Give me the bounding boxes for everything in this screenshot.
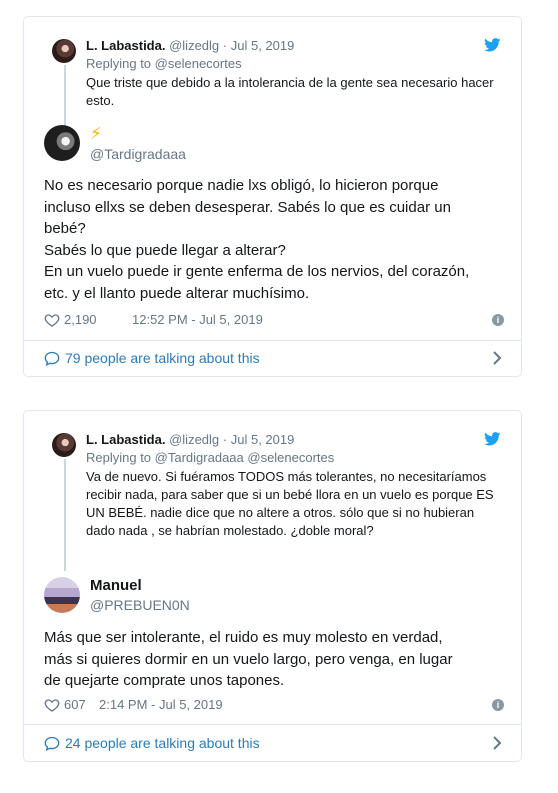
heart-icon[interactable]	[44, 312, 60, 328]
tweet-text-line: de quejarte comprate unos tapones.	[44, 672, 285, 689]
thread-line	[64, 459, 66, 571]
author-avatar[interactable]	[44, 125, 80, 161]
author-display-name[interactable]: Manuel	[90, 577, 142, 595]
tweet-text: Más que ser intolerante, el ruido es muy…	[44, 627, 504, 692]
twitter-bird-icon[interactable]	[484, 432, 501, 446]
chevron-right-icon	[493, 351, 502, 365]
parent-date[interactable]: Jul 5, 2019	[231, 432, 295, 447]
speech-bubble-icon	[44, 351, 60, 366]
chevron-right-icon	[493, 736, 502, 750]
tweet-text-line: No es necesario porque nadie lxs obligó,…	[44, 177, 439, 194]
tweet-text-line: Más que ser intolerante, el ruido es muy…	[44, 629, 443, 646]
parent-text: Va de nuevo. Si fuéramos TODOS más toler…	[86, 469, 494, 538]
parent-display-name[interactable]: L. Labastida.	[86, 38, 165, 53]
tweet-stats: 2,190 12:52 PM - Jul 5, 2019 i	[44, 311, 504, 329]
replying-mention[interactable]: @selenecortes	[155, 56, 242, 71]
replying-to: Replying to @selenecortes	[86, 56, 242, 72]
replying-to: Replying to @Tardigradaaa @selenecortes	[86, 450, 334, 466]
speech-bubble-icon	[44, 736, 60, 751]
replying-label: Replying to	[86, 56, 152, 71]
author-avatar[interactable]	[44, 577, 80, 613]
tweet-timestamp[interactable]: 12:52 PM - Jul 5, 2019	[132, 311, 263, 329]
tweet-text-line: bebé?	[44, 220, 86, 237]
tweet-card[interactable]: L. Labastida. @lizedlg · Jul 5, 2019 Rep…	[23, 16, 522, 377]
parent-header: L. Labastida. @lizedlg · Jul 5, 2019	[86, 432, 294, 448]
info-icon[interactable]: i	[492, 314, 504, 326]
parent-avatar[interactable]	[52, 39, 76, 63]
info-icon[interactable]: i	[492, 699, 504, 711]
meta-separator: ·	[222, 38, 228, 53]
parent-display-name[interactable]: L. Labastida.	[86, 432, 165, 447]
parent-handle[interactable]: @lizedlg	[169, 38, 219, 53]
parent-handle[interactable]: @lizedlg	[169, 432, 219, 447]
parent-text: Que triste que debido a la intolerancia …	[86, 75, 494, 108]
talking-about-text: 79 people are talking about this	[65, 350, 260, 366]
tweet-text-line: más si quieres dormir en un vuelo largo,…	[44, 650, 453, 668]
tweet-card[interactable]: L. Labastida. @lizedlg · Jul 5, 2019 Rep…	[23, 410, 522, 762]
tweet-stats: 607 2:14 PM - Jul 5, 2019 i	[44, 696, 504, 714]
tweet-text-line: En un vuelo puede ir gente enferma de lo…	[44, 263, 470, 280]
talking-about-link[interactable]: 24 people are talking about this	[44, 734, 504, 752]
parent-avatar[interactable]	[52, 433, 76, 457]
tweet-text-line: etc. y el llanto puede alterar muchísimo…	[44, 284, 310, 302]
tweet-timestamp[interactable]: 2:14 PM - Jul 5, 2019	[99, 696, 223, 714]
tweet-text: No es necesario porque nadie lxs obligó,…	[44, 175, 504, 304]
parent-header: L. Labastida. @lizedlg · Jul 5, 2019	[86, 38, 294, 54]
divider	[24, 340, 521, 341]
replying-mention[interactable]: @Tardigradaaa @selenecortes	[155, 450, 335, 465]
tweet-text-line: Sabés lo que puede llegar a alterar?	[44, 241, 286, 259]
thread-line	[64, 65, 66, 127]
twitter-bird-icon[interactable]	[484, 38, 501, 52]
like-count[interactable]: 607	[64, 696, 86, 714]
meta-separator: ·	[222, 432, 228, 447]
divider	[24, 724, 521, 725]
like-count[interactable]: 2,190	[64, 311, 97, 329]
talking-about-link[interactable]: 79 people are talking about this	[44, 349, 504, 367]
author-handle[interactable]: @Tardigradaaa	[90, 145, 186, 163]
talking-about-text: 24 people are talking about this	[65, 735, 260, 751]
parent-date[interactable]: Jul 5, 2019	[231, 38, 295, 53]
tweet-text-line: incluso ellxs se deben desesperar. Sabés…	[44, 198, 451, 216]
author-handle[interactable]: @PREBUEN0N	[90, 596, 190, 614]
replying-label: Replying to	[86, 450, 152, 465]
heart-icon[interactable]	[44, 697, 60, 713]
lightning-emoji-name[interactable]: ⚡	[90, 124, 102, 144]
